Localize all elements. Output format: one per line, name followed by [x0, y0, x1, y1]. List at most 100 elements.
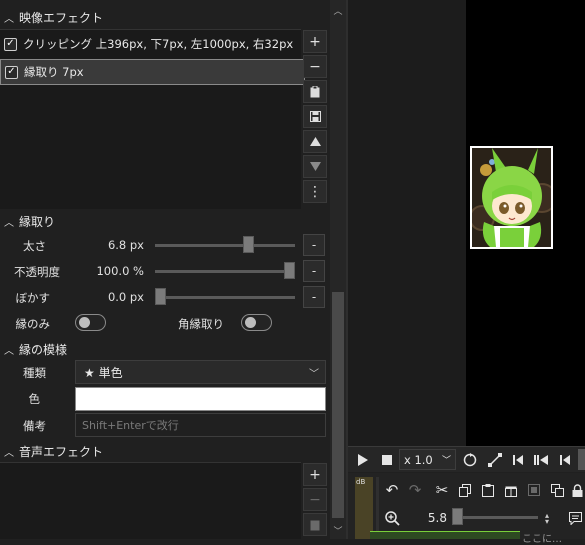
copy-effect-button[interactable] — [303, 80, 327, 103]
effect-item-label: 縁取り 7px — [24, 65, 84, 79]
jump-start-button[interactable] — [508, 449, 528, 470]
group-button[interactable] — [523, 480, 545, 500]
loop-icon — [463, 452, 477, 466]
cut-button[interactable]: ✂ — [431, 480, 453, 500]
border-section-header[interactable]: ︿ 縁取り — [0, 213, 326, 230]
zoom-slider-track[interactable] — [452, 516, 538, 519]
remove-audio-effect-button[interactable]: − — [303, 488, 327, 511]
blur-slider-track[interactable] — [155, 296, 295, 299]
effect-item-clipping[interactable]: ✓ クリッピング 上396px, 下7px, 左1000px, 右32px — [0, 32, 301, 56]
color-swatch[interactable] — [75, 387, 326, 411]
scroll-down-arrow-icon[interactable]: ﹀ — [330, 524, 346, 537]
play-button[interactable] — [352, 449, 374, 470]
effect-item-border[interactable]: ✓ 縁取り 7px — [0, 59, 305, 85]
fit-button[interactable] — [484, 449, 506, 470]
prev-frame-button[interactable] — [555, 449, 575, 470]
skip-start-icon — [513, 454, 523, 465]
gift-icon — [505, 486, 517, 497]
toolbar-overflow[interactable] — [578, 449, 585, 470]
play-icon — [358, 453, 368, 466]
audio-effects-toolbar: + − — [303, 463, 327, 536]
type-select-value: ★ 単色 — [84, 365, 123, 380]
effect-item-label: クリッピング 上396px, 下7px, 左1000px, 右32px — [23, 37, 294, 51]
border-section-title: 縁取り — [19, 215, 56, 229]
video-effects-list: ✓ クリッピング 上396px, 下7px, 左1000px, 右32px ✓ … — [0, 29, 305, 209]
opacity-value[interactable]: 100.0 % — [70, 264, 144, 278]
clip-text-fragment: ここに… — [522, 534, 562, 545]
audio-effects-list — [0, 462, 301, 539]
speed-select[interactable]: x 1.0 ﹀ — [399, 449, 456, 470]
copy-icon — [459, 483, 471, 497]
kebab-icon: ⋮ — [308, 183, 322, 200]
comment-button[interactable] — [566, 507, 585, 529]
copy-button[interactable] — [454, 480, 476, 500]
ungroup-button[interactable] — [546, 480, 568, 500]
comment-icon — [569, 511, 582, 525]
thickness-slider-track[interactable] — [155, 244, 295, 247]
move-down-button[interactable] — [303, 155, 327, 178]
save-icon — [309, 111, 321, 122]
more-options-button[interactable]: ⋮ — [303, 180, 327, 203]
paste-special-button[interactable] — [500, 480, 522, 500]
note-placeholder: Shift+Enterで改行 — [82, 419, 179, 432]
chevron-down-icon: ﹀ — [309, 368, 319, 380]
stop-button[interactable] — [376, 449, 398, 470]
chevron-up-icon: ︿ — [4, 218, 14, 229]
opacity-menu-button[interactable]: - — [303, 260, 325, 282]
resize-icon — [488, 452, 502, 467]
corner-border-toggle[interactable] — [241, 314, 272, 331]
add-audio-effect-button[interactable]: + — [303, 463, 327, 486]
panel-scrollbar[interactable]: ︿ ﹀ — [330, 0, 346, 539]
color-label: 色 — [28, 392, 41, 406]
level-bar — [376, 477, 379, 539]
scrollbar-thumb[interactable] — [332, 292, 344, 518]
paste-button[interactable] — [477, 480, 499, 500]
checkbox-clipping[interactable]: ✓ — [4, 37, 17, 51]
thickness-menu-button[interactable]: - — [303, 234, 325, 256]
edge-only-toggle[interactable] — [75, 314, 106, 331]
copy-icon — [310, 85, 320, 97]
stop-icon — [382, 454, 392, 465]
lock-icon — [572, 483, 583, 497]
character-thumbnail[interactable] — [469, 146, 557, 249]
add-effect-button[interactable]: + — [303, 30, 327, 53]
remove-effect-button[interactable]: − — [303, 55, 327, 78]
rewind-icon — [534, 454, 548, 465]
chevron-up-icon: ︿ — [4, 346, 14, 357]
chevron-up-icon: ︿ — [4, 448, 14, 459]
blur-value[interactable]: 0.0 px — [80, 290, 144, 304]
opacity-slider-track[interactable] — [155, 270, 295, 273]
blur-menu-button[interactable]: - — [303, 286, 325, 308]
triangle-up-icon — [309, 137, 321, 146]
blur-slider-thumb[interactable] — [155, 288, 166, 305]
zoom-in-icon — [384, 510, 400, 526]
prev-frame-fast-button[interactable] — [530, 449, 552, 470]
type-select[interactable]: ★ 単色 ﹀ — [75, 360, 326, 384]
redo-button[interactable]: ↷ — [404, 480, 426, 500]
copy-audio-effect-button[interactable] — [303, 513, 327, 536]
loop-button[interactable] — [459, 449, 481, 470]
thickness-value[interactable]: 6.8 px — [80, 238, 144, 252]
border-pattern-header[interactable]: ︿ 縁の模様 — [0, 341, 326, 358]
clipboard-icon — [482, 483, 494, 497]
type-label: 種類 — [23, 366, 46, 380]
checkbox-border[interactable]: ✓ — [5, 65, 18, 79]
zoom-slider-thumb[interactable] — [452, 508, 463, 525]
save-effect-button[interactable] — [303, 105, 327, 128]
video-effects-header[interactable]: ︿ 映像エフェクト — [0, 9, 326, 26]
note-input[interactable]: Shift+Enterで改行 — [75, 413, 326, 437]
audio-effects-title: 音声エフェクト — [19, 445, 104, 459]
move-up-button[interactable] — [303, 130, 327, 153]
zoom-stepper-icon[interactable]: ▴ ▾ — [545, 512, 549, 526]
thickness-slider-thumb[interactable] — [242, 236, 254, 253]
zoom-value[interactable]: 5.8 — [405, 511, 447, 525]
lock-button[interactable] — [570, 480, 585, 500]
video-effects-title: 映像エフェクト — [19, 11, 104, 25]
audio-effects-header[interactable]: ︿ 音声エフェクト — [0, 443, 326, 460]
opacity-slider-thumb[interactable] — [284, 262, 295, 279]
video-effects-toolbar: + − ⋮ — [303, 30, 327, 210]
timeline-strip — [348, 0, 466, 446]
scroll-up-arrow-icon[interactable]: ︿ — [330, 0, 346, 20]
undo-button[interactable]: ↶ — [381, 480, 403, 500]
zoom-button[interactable] — [381, 507, 403, 529]
